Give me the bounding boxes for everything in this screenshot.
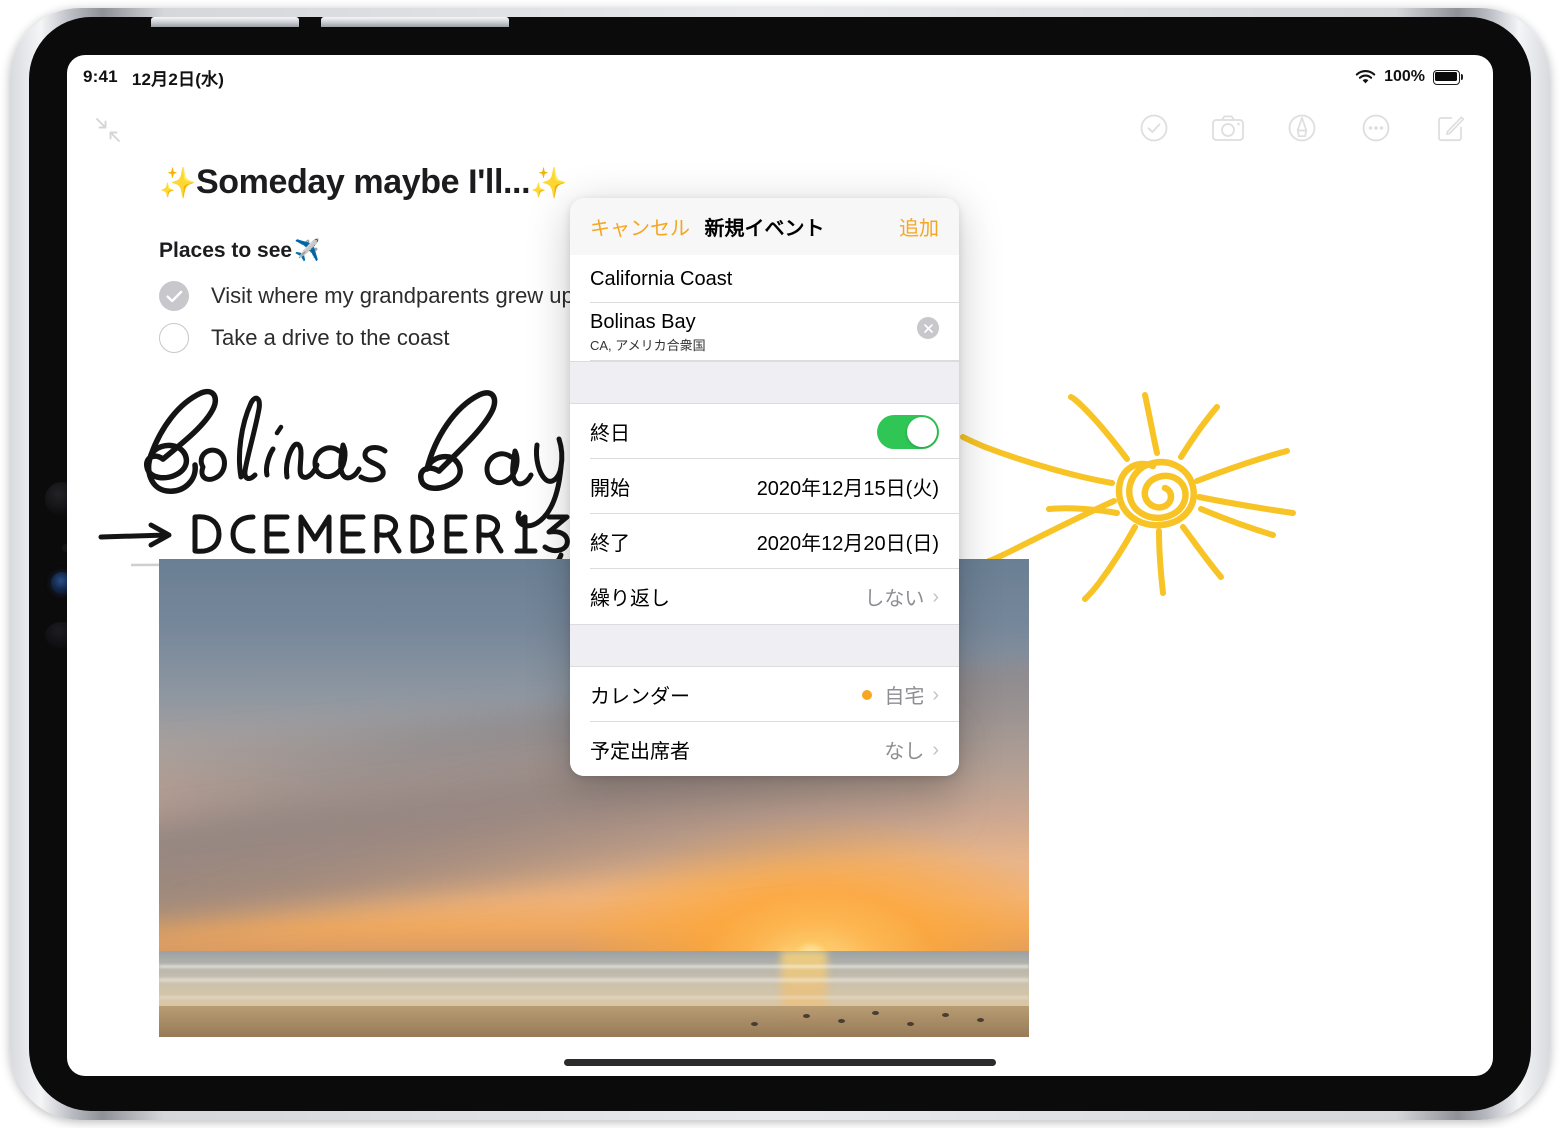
location-text: Bolinas Bay CA, アメリカ合衆国 xyxy=(590,311,706,354)
handwritten-bolinas-bay xyxy=(144,388,565,529)
ipad-screen: 9:41 12月2日(水) 100% ✨Someday maybe I'll..… xyxy=(67,55,1493,1076)
start-date-label: 開始 xyxy=(590,478,630,500)
list-item[interactable]: Visit where my grandparents grew up xyxy=(159,281,574,311)
sparkle-emoji-right: ✨ xyxy=(530,167,568,200)
photo-wave xyxy=(159,978,1029,983)
end-date-row[interactable]: 終了 2020年12月20日(日) xyxy=(570,514,959,569)
all-day-row[interactable]: 終日 xyxy=(570,404,959,459)
home-indicator[interactable] xyxy=(564,1059,996,1066)
more-ellipsis-icon[interactable] xyxy=(1359,111,1393,145)
toggle-knob xyxy=(907,416,937,447)
notes-toolbar xyxy=(1137,111,1467,145)
event-title-value: California Coast xyxy=(590,267,733,290)
repeat-value-group: しない › xyxy=(864,582,939,611)
compose-icon[interactable] xyxy=(1433,111,1467,145)
checkbox-unchecked-icon[interactable] xyxy=(159,323,189,353)
popover-title: 新規イベント xyxy=(704,218,825,240)
event-title-field[interactable]: California Coast xyxy=(570,255,959,303)
photo-bird xyxy=(802,1013,810,1018)
list-item-label: Visit where my grandparents grew up xyxy=(211,283,574,308)
clear-circle-icon[interactable] xyxy=(917,317,939,339)
repeat-row[interactable]: 繰り返し しない › xyxy=(570,569,959,624)
airplane-emoji: ✈️ xyxy=(294,239,321,262)
photo-wet-sand xyxy=(159,1005,1029,1037)
location-name: Bolinas Bay xyxy=(590,311,696,333)
battery-percentage: 100% xyxy=(1384,68,1425,85)
calendar-value: 自宅 xyxy=(884,686,925,708)
section-divider xyxy=(570,361,959,404)
status-bar-right: 100% xyxy=(1355,68,1464,86)
all-day-toggle[interactable] xyxy=(877,414,939,449)
ipad-device-frame: 9:41 12月2日(水) 100% ✨Someday maybe I'll..… xyxy=(10,8,1550,1120)
status-time: 9:41 xyxy=(83,67,118,86)
photo-bird xyxy=(942,1012,949,1017)
chevron-right-icon: › xyxy=(932,738,939,761)
list-item[interactable]: Take a drive to the coast xyxy=(159,323,449,353)
status-bar: 9:41 12月2日(水) 100% xyxy=(67,55,1493,99)
calendar-color-dot xyxy=(862,689,873,700)
chevron-right-icon: › xyxy=(932,683,939,706)
volume-down-button[interactable] xyxy=(321,17,509,27)
cancel-button[interactable]: キャンセル xyxy=(590,212,690,241)
volume-up-button[interactable] xyxy=(151,17,299,27)
sparkle-emoji-left: ✨ xyxy=(159,167,196,200)
markup-pen-icon[interactable] xyxy=(1285,111,1319,145)
location-subtitle: CA, アメリカ合衆国 xyxy=(590,338,706,353)
calendar-row[interactable]: カレンダー 自宅 › xyxy=(570,667,959,722)
list-item-label: Take a drive to the coast xyxy=(211,325,450,350)
start-date-row[interactable]: 開始 2020年12月15日(火) xyxy=(570,459,959,514)
note-title-text: Someday maybe I'll... xyxy=(195,163,531,201)
attendees-value: なし xyxy=(884,741,925,763)
status-date: 12月2日(水) xyxy=(131,69,225,89)
photo-bird xyxy=(837,1018,845,1023)
repeat-value: しない xyxy=(864,588,925,610)
new-event-popover: キャンセル 新規イベント 追加 California Coast Bolinas… xyxy=(570,198,959,776)
calendar-value-group: 自宅 › xyxy=(862,680,939,709)
camera-icon[interactable] xyxy=(1211,111,1245,145)
add-button[interactable]: 追加 xyxy=(899,212,939,241)
photo-wave xyxy=(159,964,1029,968)
photo-bird xyxy=(907,1021,915,1026)
event-location-field[interactable]: Bolinas Bay CA, アメリカ合衆国 xyxy=(570,303,959,361)
popover-header: キャンセル 新規イベント 追加 xyxy=(570,198,959,255)
end-date-label: 終了 xyxy=(590,533,630,555)
section-divider xyxy=(570,624,959,667)
checkbox-checked-icon[interactable] xyxy=(159,281,189,311)
section-heading-text: Places to see xyxy=(159,239,293,262)
attendees-value-group: なし › xyxy=(884,735,939,764)
end-date-value: 2020年12月20日(日) xyxy=(756,533,939,555)
attendees-label: 予定出席者 xyxy=(590,741,690,763)
all-day-label: 終日 xyxy=(590,423,630,445)
section-heading: Places to see ✈️ xyxy=(159,239,320,263)
status-bar-left: 9:41 12月2日(水) xyxy=(83,65,224,90)
page-title: ✨Someday maybe I'll...✨ xyxy=(159,163,568,202)
checklist-circle-icon[interactable] xyxy=(1137,111,1171,145)
photo-bird xyxy=(976,1017,984,1022)
chevron-right-icon: › xyxy=(932,585,939,608)
wifi-icon xyxy=(1355,69,1376,85)
calendar-label: カレンダー xyxy=(590,686,690,708)
photo-wave xyxy=(159,995,1029,999)
attendees-row[interactable]: 予定出席者 なし › xyxy=(570,722,959,776)
repeat-label: 繰り返し xyxy=(590,588,670,610)
sun-core xyxy=(1115,458,1197,529)
start-date-value: 2020年12月15日(火) xyxy=(756,478,939,500)
battery-full-icon xyxy=(1433,69,1464,85)
